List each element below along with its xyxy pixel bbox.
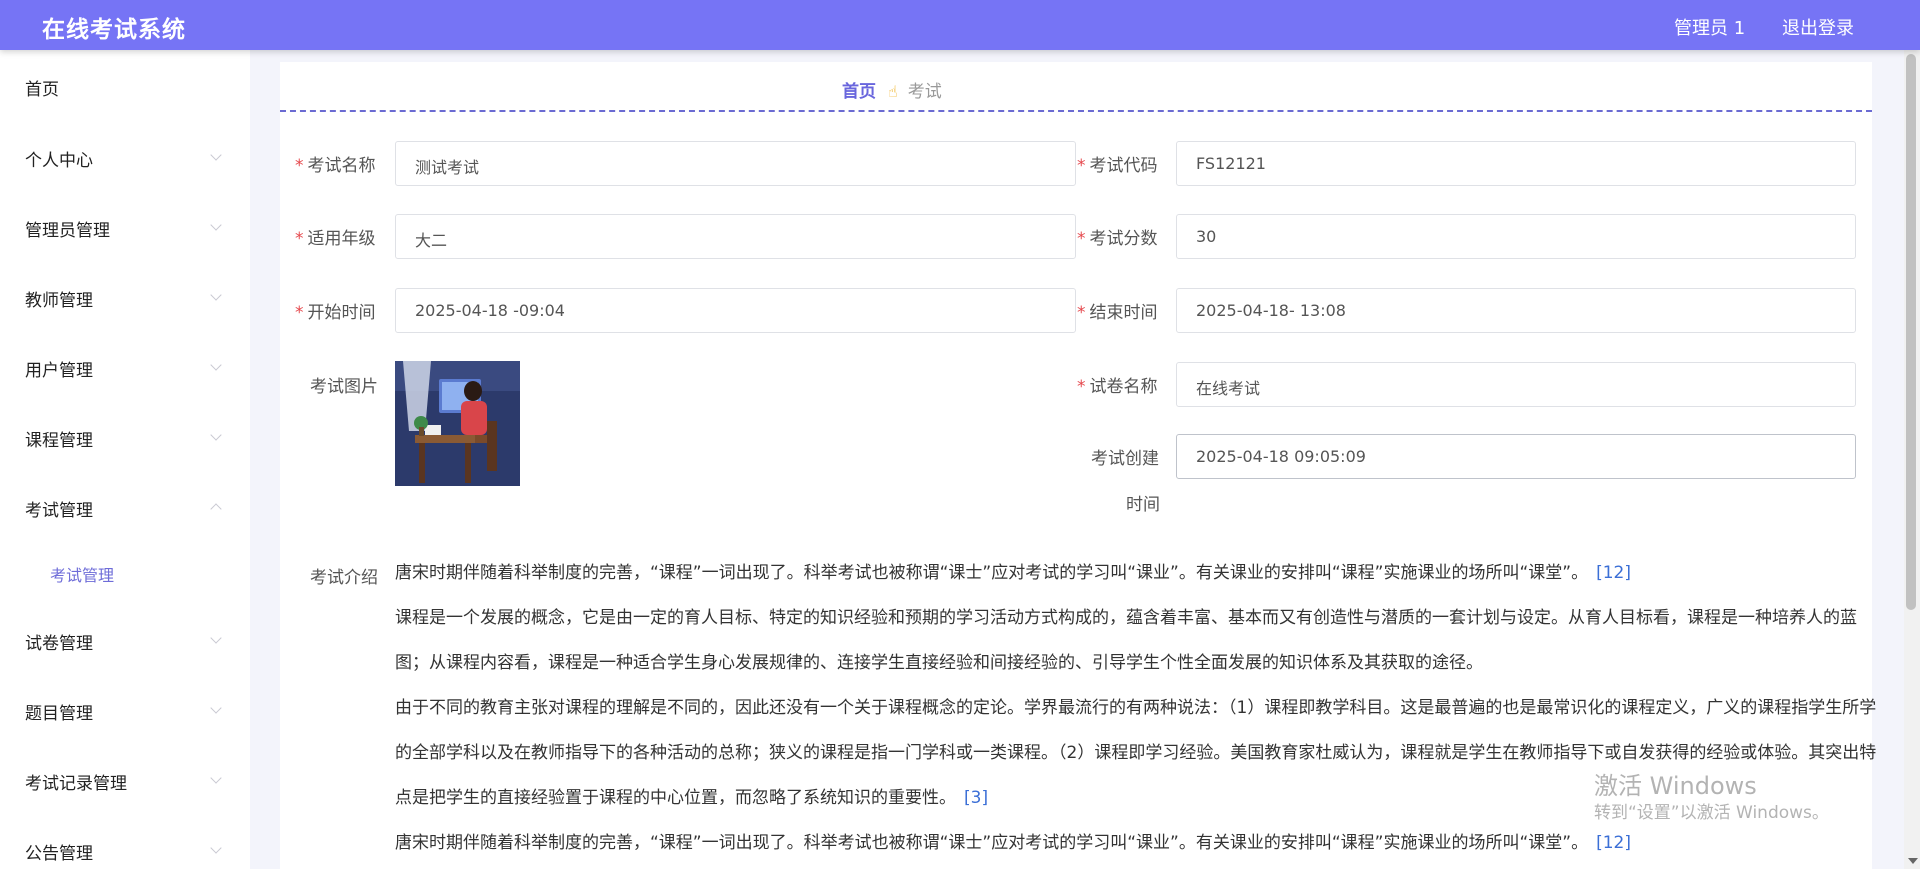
exam-name-input[interactable]: 测试考试 xyxy=(395,141,1076,186)
sidebar-item-notice-management[interactable]: 公告管理 xyxy=(0,829,250,869)
scroll-down-arrow-icon[interactable] xyxy=(1908,858,1918,864)
intro-paragraph: 唐宋时期伴随着科举制度的完善，“课程”一词出现了。科举考试也被称谓“课士”应对考… xyxy=(395,563,1631,583)
paper-name-input[interactable]: 在线考试 xyxy=(1176,362,1856,407)
end-time-label: * 结束时间 xyxy=(1077,303,1158,323)
breadcrumb-divider xyxy=(280,110,1872,112)
sidebar-item-label: 试卷管理 xyxy=(25,634,93,654)
created-time-label-line2: 时间 xyxy=(1126,495,1160,515)
sidebar-item-exam-record-management[interactable]: 考试记录管理 xyxy=(0,759,250,799)
chevron-up-icon xyxy=(210,503,222,515)
sidebar-subitem-label: 考试管理 xyxy=(50,566,115,585)
sidebar-item-teacher-management[interactable]: 教师管理 xyxy=(0,276,250,316)
start-time-input[interactable]: 2025-04-18 -09:04 xyxy=(395,288,1076,333)
sidebar-item-label: 公告管理 xyxy=(25,844,93,864)
intro-paragraph: 唐宋时期伴随着科举制度的完善，“课程”一词出现了。科举考试也被称谓“课士”应对考… xyxy=(395,833,1631,853)
logout-button[interactable]: 退出登录 xyxy=(1782,14,1854,40)
citation-link[interactable]: [3] xyxy=(964,788,988,808)
grade-input[interactable]: 大二 xyxy=(395,214,1076,259)
sidebar-subitem-exam-management[interactable]: 考试管理 xyxy=(0,552,250,592)
exam-code-input[interactable]: FS12121 xyxy=(1176,141,1856,186)
sidebar-item-exam-management[interactable]: 考试管理 xyxy=(0,486,250,526)
breadcrumb-current: 考试 xyxy=(907,82,942,102)
windows-activation-watermark-title: 激活 Windows xyxy=(1594,772,1757,800)
sidebar-item-label: 用户管理 xyxy=(25,361,93,381)
sidebar-item-profile[interactable]: 个人中心 xyxy=(0,136,250,176)
sidebar-item-label: 管理员管理 xyxy=(25,221,110,241)
sidebar-item-question-management[interactable]: 题目管理 xyxy=(0,689,250,729)
sidebar-item-admin-management[interactable]: 管理员管理 xyxy=(0,206,250,246)
sidebar-item-label: 教师管理 xyxy=(25,291,93,311)
sidebar: 首页 个人中心 管理员管理 教师管理 用户管理 课程管理 考试管理 考试管理 试… xyxy=(0,50,250,869)
created-time-label-line1: 考试创建 xyxy=(1091,449,1159,469)
chevron-down-icon xyxy=(210,359,222,371)
exam-image[interactable] xyxy=(395,361,520,486)
chevron-down-icon xyxy=(210,289,222,301)
exam-name-label: * 考试名称 xyxy=(295,156,376,176)
sidebar-item-label: 首页 xyxy=(25,80,59,100)
sidebar-item-label: 考试管理 xyxy=(25,501,93,521)
sidebar-item-label: 题目管理 xyxy=(25,704,93,724)
chevron-down-icon xyxy=(210,429,222,441)
chevron-down-icon xyxy=(210,702,222,714)
citation-link[interactable]: [12] xyxy=(1596,563,1631,583)
main-content: 首页 ☝ 考试 * 考试名称 测试考试 * 考试代码 FS12121 * 适用年级 大二 … xyxy=(280,62,1876,869)
chevron-down-icon xyxy=(210,632,222,644)
windows-activation-watermark-subtitle: 转到“设置”以激活 Windows。 xyxy=(1594,803,1829,823)
exam-image-label: 考试图片 xyxy=(310,377,378,397)
breadcrumb: 首页 ☝ 考试 xyxy=(842,77,942,102)
chevron-down-icon xyxy=(210,149,222,161)
score-input[interactable]: 30 xyxy=(1176,214,1856,259)
intro-paragraph: 课程是一个发展的概念，它是由一定的育人目标、特定的知识经验和预期的学习活动方式构… xyxy=(395,608,1857,673)
study-illustration-icon xyxy=(395,361,520,486)
paper-name-label: * 试卷名称 xyxy=(1077,377,1158,397)
exam-intro-label: 考试介绍 xyxy=(310,568,378,588)
scrollbar-thumb[interactable] xyxy=(1906,54,1916,610)
created-time-input[interactable]: 2025-04-18 09:05:09 xyxy=(1176,434,1856,479)
citation-link[interactable]: [12] xyxy=(1596,833,1631,853)
app-title: 在线考试系统 xyxy=(42,17,186,43)
breadcrumb-home-link[interactable]: 首页 xyxy=(842,82,876,102)
chevron-down-icon xyxy=(210,772,222,784)
current-user-label[interactable]: 管理员 1 xyxy=(1674,14,1745,40)
sidebar-item-course-management[interactable]: 课程管理 xyxy=(0,416,250,456)
score-label: * 考试分数 xyxy=(1077,229,1158,249)
sidebar-item-label: 个人中心 xyxy=(25,151,93,171)
sidebar-item-user-management[interactable]: 用户管理 xyxy=(0,346,250,386)
end-time-input[interactable]: 2025-04-18- 13:08 xyxy=(1176,288,1856,333)
sidebar-item-label: 课程管理 xyxy=(25,431,93,451)
sidebar-item-label: 考试记录管理 xyxy=(25,774,127,794)
sidebar-item-home[interactable]: 首页 xyxy=(0,65,250,105)
exam-code-label: * 考试代码 xyxy=(1077,156,1158,176)
hand-pointing-icon: ☝ xyxy=(888,82,898,101)
grade-label: * 适用年级 xyxy=(295,229,376,249)
start-time-label: * 开始时间 xyxy=(295,303,376,323)
chevron-down-icon xyxy=(210,842,222,854)
sidebar-item-paper-management[interactable]: 试卷管理 xyxy=(0,619,250,659)
chevron-down-icon xyxy=(210,219,222,231)
top-header: 在线考试系统 管理员 1 退出登录 xyxy=(0,0,1920,50)
